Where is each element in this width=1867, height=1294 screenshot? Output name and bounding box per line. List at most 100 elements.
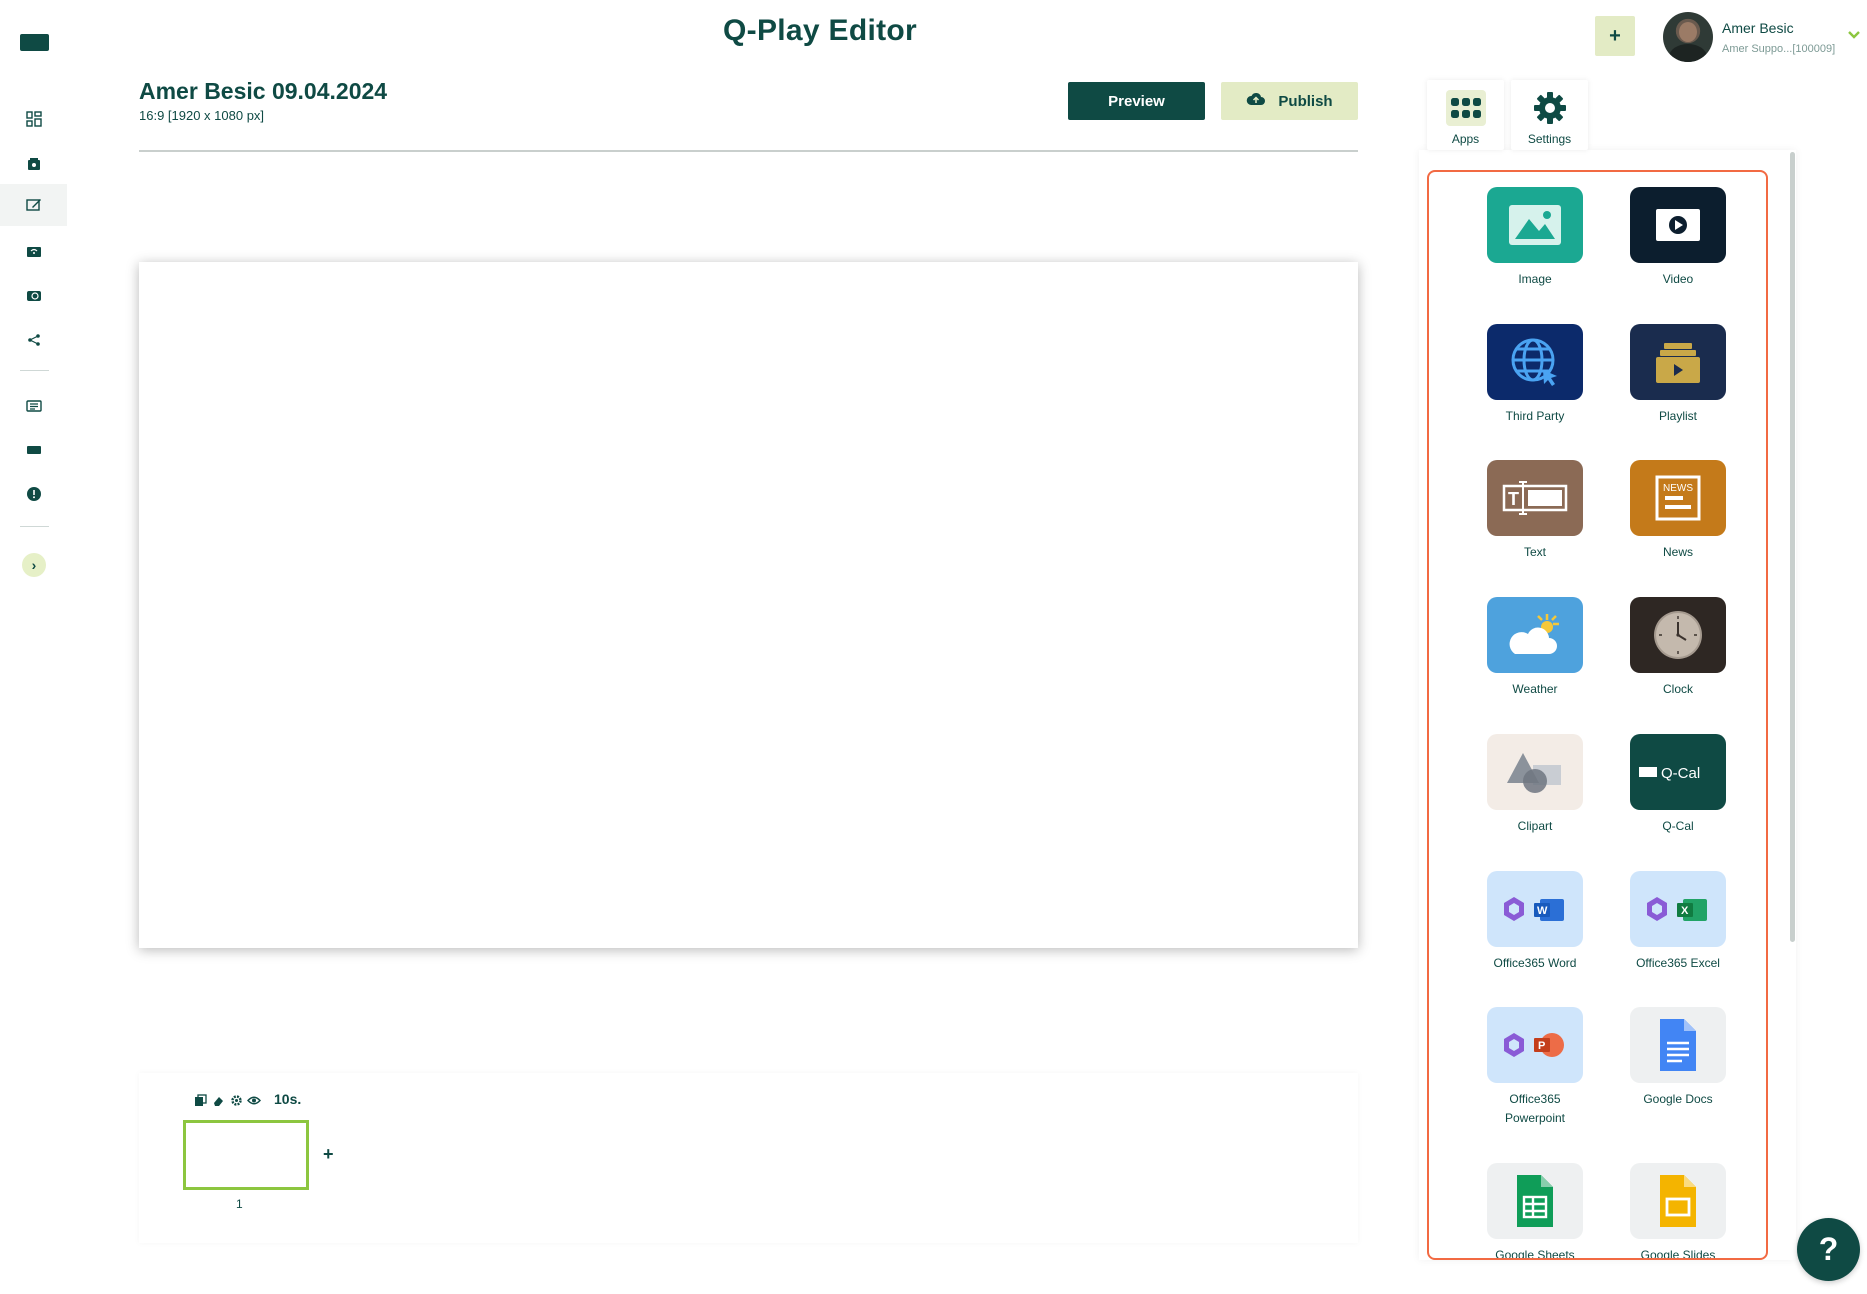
- app-video[interactable]: Video: [1630, 187, 1726, 289]
- google-sheets-icon: [1487, 1163, 1583, 1239]
- publish-label: Publish: [1278, 92, 1333, 110]
- app-label: Google Sheets: [1495, 1248, 1575, 1260]
- slide-duration[interactable]: 10s.: [274, 1091, 301, 1107]
- q-cal-icon: Q-Cal: [1630, 734, 1726, 810]
- media-icon[interactable]: [22, 152, 46, 176]
- help-button[interactable]: ?: [1797, 1218, 1860, 1281]
- reports-icon[interactable]: [22, 394, 46, 418]
- tab-apps-label: Apps: [1451, 132, 1480, 146]
- app-label: Video: [1662, 272, 1694, 286]
- app-google-docs[interactable]: Google Docs: [1630, 1007, 1726, 1109]
- app-label: News: [1662, 545, 1693, 559]
- screens-icon[interactable]: [22, 240, 46, 264]
- office365-powerpoint-icon: P: [1487, 1007, 1583, 1083]
- app-label: Clipart: [1517, 819, 1553, 833]
- app-label: Google Slides: [1640, 1248, 1716, 1260]
- app-office365-powerpoint[interactable]: P Office365 Powerpoint: [1487, 1007, 1583, 1128]
- user-account: Amer Suppo...[100009]: [1722, 43, 1836, 55]
- slide-thumbnail[interactable]: [183, 1120, 309, 1190]
- gear-icon: [1530, 90, 1570, 126]
- app-label: Office365 Powerpoint: [1504, 1092, 1566, 1125]
- video-icon: [1630, 187, 1726, 263]
- add-slide-button[interactable]: +: [323, 1144, 334, 1165]
- svg-text:X: X: [1681, 905, 1689, 917]
- app-google-slides[interactable]: Google Slides: [1630, 1163, 1726, 1260]
- svg-text:P: P: [1538, 1040, 1545, 1052]
- header-divider: [139, 150, 1358, 152]
- clock-icon: [1630, 597, 1726, 673]
- tab-apps[interactable]: Apps: [1427, 80, 1504, 150]
- devices-icon[interactable]: [22, 438, 46, 462]
- app-label: Weather: [1512, 682, 1558, 696]
- q-cal-text: Q-Cal: [1661, 765, 1700, 782]
- app-clock[interactable]: Clock: [1630, 597, 1726, 699]
- grid-icon: [1445, 90, 1486, 126]
- app-image[interactable]: Image: [1487, 187, 1583, 289]
- expand-sidebar-button[interactable]: ›: [22, 553, 46, 577]
- app-playlist[interactable]: Playlist: [1630, 324, 1726, 426]
- globe-icon: [1487, 324, 1583, 400]
- svg-text:T: T: [1508, 489, 1519, 509]
- app-label: Image: [1518, 272, 1552, 286]
- panel-scrollbar[interactable]: [1790, 152, 1795, 942]
- eye-icon[interactable]: [247, 1093, 261, 1107]
- share-icon[interactable]: [22, 328, 46, 352]
- preview-button[interactable]: Preview: [1068, 82, 1205, 120]
- sidebar-divider: [20, 370, 49, 371]
- app-label: Third Party: [1505, 409, 1565, 423]
- user-name: Amer Besic: [1722, 20, 1794, 36]
- app-google-sheets[interactable]: Google Sheets: [1487, 1163, 1583, 1260]
- app-label: Text: [1523, 545, 1546, 559]
- logo-icon[interactable]: [20, 34, 49, 51]
- app-label: Q-Cal: [1662, 819, 1694, 833]
- eraser-icon[interactable]: [211, 1093, 225, 1107]
- cloud-upload-icon: [1246, 91, 1266, 111]
- publish-button[interactable]: Publish: [1221, 82, 1358, 120]
- slide-timeline: 10s. 1 +: [139, 1073, 1358, 1243]
- svg-text:W: W: [1537, 905, 1548, 917]
- clipart-icon: [1487, 734, 1583, 810]
- add-button[interactable]: +: [1595, 16, 1635, 56]
- news-text: NEWS: [1663, 483, 1693, 494]
- app-text[interactable]: T Text: [1487, 460, 1583, 562]
- dashboard-icon[interactable]: [22, 107, 46, 131]
- slide-canvas[interactable]: [139, 262, 1358, 948]
- gear-icon[interactable]: [229, 1093, 243, 1107]
- slide-number: 1: [236, 1197, 243, 1211]
- app-news[interactable]: NEWS News: [1630, 460, 1726, 562]
- app-label: Office365 Word: [1493, 956, 1577, 970]
- duplicate-icon[interactable]: [193, 1093, 207, 1107]
- app-third-party[interactable]: Third Party: [1487, 324, 1583, 426]
- app-weather[interactable]: Weather: [1487, 597, 1583, 699]
- google-slides-icon: [1630, 1163, 1726, 1239]
- document-title: Amer Besic 09.04.2024: [139, 78, 388, 104]
- tab-settings-label: Settings: [1527, 132, 1572, 146]
- playlist-icon: [1630, 324, 1726, 400]
- editor-icon[interactable]: [0, 184, 67, 226]
- sidebar-divider: [20, 526, 49, 527]
- app-q-cal[interactable]: Q-Cal Q-Cal: [1630, 734, 1726, 836]
- app-clipart[interactable]: Clipart: [1487, 734, 1583, 836]
- app-office365-word[interactable]: W Office365 Word: [1487, 871, 1583, 973]
- app-office365-excel[interactable]: X Office365 Excel: [1630, 871, 1726, 973]
- image-icon: [1487, 187, 1583, 263]
- app-title: Q-Play Editor: [723, 14, 917, 47]
- app-label: Office365 Excel: [1636, 956, 1720, 970]
- chevron-down-icon[interactable]: [1847, 28, 1861, 42]
- app-label: Clock: [1662, 682, 1693, 696]
- tab-settings[interactable]: Settings: [1511, 80, 1588, 150]
- slide-tools: [193, 1093, 261, 1107]
- weather-icon: [1487, 597, 1583, 673]
- info-icon[interactable]: [22, 482, 46, 506]
- office365-excel-icon: X: [1630, 871, 1726, 947]
- google-docs-icon: [1630, 1007, 1726, 1083]
- schedule-icon[interactable]: [22, 284, 46, 308]
- left-sidebar: ›: [0, 0, 67, 1294]
- avatar[interactable]: [1663, 12, 1713, 62]
- office365-word-icon: W: [1487, 871, 1583, 947]
- chevron-right-icon: ›: [31, 557, 37, 573]
- apps-grid: Image Video Third Party Playlist T Text …: [1427, 170, 1768, 1260]
- app-label: Playlist: [1658, 409, 1697, 423]
- document-size: 16:9 [1920 x 1080 px]: [139, 108, 265, 123]
- text-icon: T: [1487, 460, 1583, 536]
